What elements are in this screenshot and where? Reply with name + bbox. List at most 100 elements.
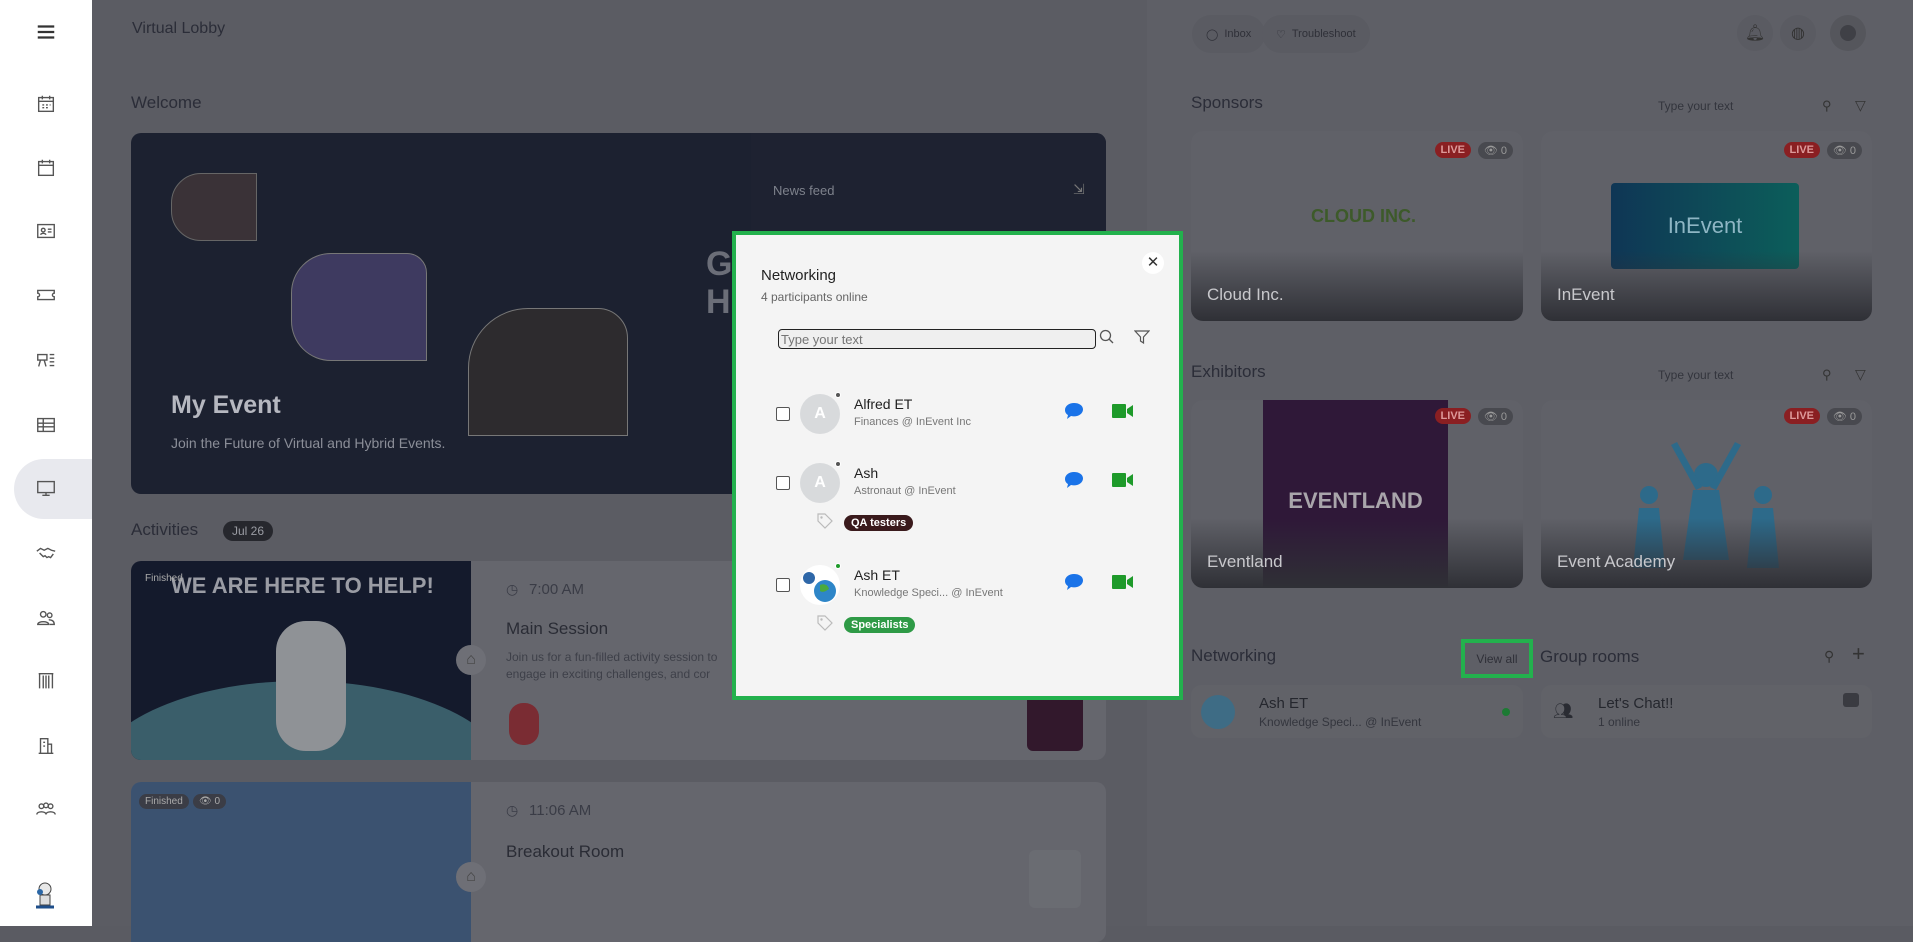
video-call-icon[interactable] (1112, 473, 1134, 487)
modal-subtitle: 4 participants online (761, 290, 868, 304)
participant-search-input[interactable] (778, 329, 1096, 349)
chat-bubble-icon: ◯ (1206, 28, 1219, 41)
app-mascot-logo[interactable] (30, 880, 60, 910)
activity-title: Main Session (506, 619, 609, 638)
troubleshoot-button[interactable]: ♡ Troubleshoot (1262, 15, 1370, 53)
table-icon[interactable] (26, 405, 66, 445)
networking-heading: Networking (1191, 646, 1277, 665)
banner-photo (468, 308, 628, 436)
search-icon[interactable] (1099, 329, 1115, 350)
live-badge: LIVE (1783, 408, 1820, 424)
filter-icon[interactable]: ▽ (1855, 366, 1866, 383)
sponsor-logo[interactable] (1029, 850, 1081, 908)
heart-pulse-icon: ♡ (1276, 28, 1286, 41)
status-badge: Finished (139, 794, 189, 809)
status-badge: Finished (145, 573, 183, 584)
tag-icon (817, 513, 833, 529)
collapse-icon[interactable]: ⇲ (1073, 181, 1085, 198)
booth-icon[interactable] (26, 661, 66, 701)
menu-icon[interactable] (26, 12, 66, 52)
chat-icon[interactable] (1064, 573, 1084, 591)
sponsor-logo: CLOUD INC. (1311, 206, 1416, 226)
calendar-grid-icon[interactable] (26, 84, 66, 124)
banner-partial-text: G H (706, 245, 733, 321)
participant-avatar (800, 565, 840, 605)
sidebar (0, 0, 104, 926)
banner-photo (171, 173, 257, 241)
chat-icon[interactable] (1064, 402, 1084, 420)
activity-time: 11:06 AM (529, 802, 592, 819)
exhibitors-heading: Exhibitors (1191, 362, 1266, 381)
activity-description: Join us for a fun-filled activity sessio… (506, 650, 718, 681)
unlock-icon (1843, 693, 1859, 707)
troubleshoot-label: Troubleshoot (1291, 28, 1356, 40)
chat-icon[interactable] (1064, 471, 1084, 489)
user-avatar[interactable] (1830, 15, 1866, 51)
live-badge: LIVE (1783, 142, 1820, 158)
clock-icon: ◷ (506, 802, 519, 818)
status-dot (835, 392, 841, 398)
view-all-button[interactable]: View all (1461, 639, 1533, 678)
participant-checkbox[interactable] (776, 476, 790, 490)
status-dot (835, 461, 841, 467)
exhibitors-search-input[interactable]: Type your text (1658, 368, 1733, 382)
sponsor-card[interactable]: CLOUD INC. LIVE 👁 0 Cloud Inc. (1191, 131, 1523, 321)
participant-avatar: A (800, 463, 840, 503)
video-call-icon[interactable] (1112, 575, 1134, 589)
id-card-icon[interactable] (26, 211, 66, 251)
globe-icon[interactable]: ◍ (1780, 15, 1816, 51)
live-badge: LIVE (1434, 408, 1471, 424)
add-group-room-button[interactable]: + (1852, 641, 1865, 667)
activity-card[interactable]: Finished 👁 0 ⌂ ◷ 11:06 AM Breakout Room (131, 782, 1106, 942)
group-room-card[interactable]: 👥︎ Let's Chat!! 1 online (1541, 685, 1872, 738)
participant-subtitle: Finances @ InEvent Inc (854, 416, 971, 428)
handshake-icon[interactable] (26, 533, 66, 573)
participant-subtitle: Astronaut @ InEvent (854, 485, 956, 497)
participant-row[interactable]: A Alfred ET Finances @ InEvent Inc (776, 390, 1146, 440)
exhibitor-name: Event Academy (1557, 552, 1676, 571)
monitor-icon[interactable] (26, 468, 66, 508)
activity-image: Finished 👁 0 (131, 782, 471, 942)
sponsor-logo[interactable] (1027, 691, 1083, 751)
search-icon[interactable]: ⚲ (1822, 98, 1832, 114)
speaker-icon[interactable] (26, 340, 66, 380)
participant-row[interactable]: Ash ET Knowledge Speci... @ InEvent (776, 561, 1146, 611)
tag-icon[interactable]: ⌂ (456, 645, 486, 675)
search-icon[interactable]: ⚲ (1822, 367, 1832, 383)
group-rooms-heading: Group rooms (1540, 647, 1640, 666)
views-count: 0 (1500, 411, 1507, 423)
inbox-button[interactable]: ◯ Inbox (1192, 15, 1266, 53)
sponsor-name: Cloud Inc. (1207, 285, 1284, 304)
participant-checkbox[interactable] (776, 407, 790, 421)
building-icon[interactable] (26, 726, 66, 766)
participant-checkbox[interactable] (776, 578, 790, 592)
event-tagline: Join the Future of Virtual and Hybrid Ev… (171, 435, 446, 451)
sponsor-card[interactable]: InEvent LIVE 👁 0 InEvent (1541, 131, 1872, 321)
views-count: 0 (214, 796, 221, 807)
search-icon[interactable]: ⚲ (1824, 648, 1834, 665)
networking-person-card[interactable]: Ash ET Knowledge Speci... @ InEvent (1191, 685, 1523, 738)
exhibitor-card[interactable]: LIVE 👁 0 Event Academy (1541, 400, 1872, 588)
tag-icon[interactable]: ⌂ (456, 862, 486, 892)
ticket-icon[interactable] (26, 275, 66, 315)
filter-icon[interactable] (1133, 329, 1151, 350)
participant-row[interactable]: A Ash Astronaut @ InEvent (776, 459, 1146, 509)
exhibitor-card[interactable]: EVENTLAND LIVE 👁 0 Eventland (1191, 400, 1523, 588)
speaker-avatar[interactable] (509, 703, 539, 745)
group-icon: 👥︎ (1553, 703, 1574, 720)
calendar-icon[interactable] (26, 148, 66, 188)
event-name: My Event (171, 391, 281, 419)
sponsor-name: InEvent (1557, 285, 1615, 304)
page-title: Virtual Lobby (132, 20, 226, 37)
views-badge: 👁 0 (1477, 408, 1513, 425)
bell-icon[interactable]: 🔔︎ (1737, 15, 1773, 51)
activities-date-badge[interactable]: Jul 26 (223, 521, 274, 541)
video-call-icon[interactable] (1112, 404, 1134, 418)
filter-icon[interactable]: ▽ (1855, 97, 1866, 114)
people-icon[interactable] (26, 598, 66, 638)
group-icon[interactable] (26, 789, 66, 829)
close-button[interactable]: ✕ (1142, 252, 1164, 274)
person-subtitle: Knowledge Speci... @ InEvent (1259, 715, 1422, 729)
sponsors-search-input[interactable]: Type your text (1658, 99, 1733, 113)
clock-icon: ◷ (506, 581, 519, 597)
